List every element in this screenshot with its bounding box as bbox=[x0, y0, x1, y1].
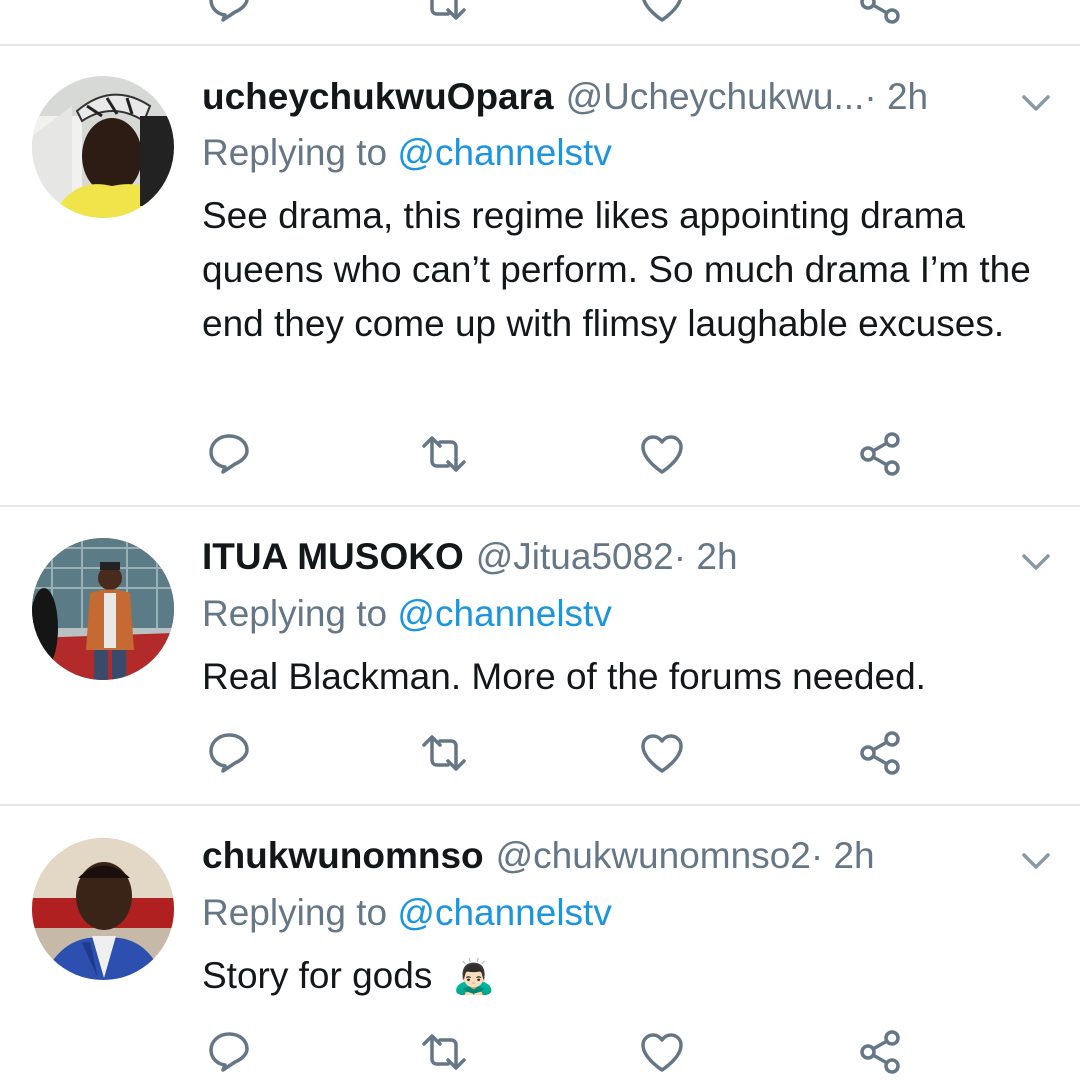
tweet-text-body: Story for gods bbox=[202, 955, 433, 996]
replying-label: Replying to bbox=[202, 892, 388, 933]
handle[interactable]: @Jitua5082 bbox=[476, 532, 674, 582]
tweet-text: Real Blackman. More of the forums needed… bbox=[202, 656, 926, 697]
mention-link[interactable]: @channelstv bbox=[397, 132, 611, 173]
tweet-text: Story for gods 🙇🏻‍♂️ bbox=[202, 949, 1052, 1004]
tweet[interactable]: ucheychukwuOpara @Ucheychukwu... · 2h Re… bbox=[0, 46, 1080, 505]
timestamp[interactable]: · 2h bbox=[674, 532, 738, 582]
mention-link[interactable]: @channelstv bbox=[397, 892, 611, 933]
reply-icon[interactable] bbox=[205, 729, 253, 777]
retweet-icon[interactable] bbox=[420, 729, 468, 777]
display-name[interactable]: ITUA MUSOKO bbox=[202, 532, 464, 582]
timestamp[interactable]: · 2h bbox=[864, 72, 928, 122]
chevron-down-icon[interactable] bbox=[1018, 846, 1054, 876]
retweet-icon[interactable] bbox=[420, 1028, 468, 1076]
share-icon[interactable] bbox=[856, 729, 904, 777]
display-name[interactable]: ucheychukwuOpara bbox=[202, 72, 554, 122]
tweet-actions bbox=[0, 430, 1080, 480]
share-icon[interactable] bbox=[856, 1028, 904, 1076]
tweet-actions bbox=[0, 729, 1080, 779]
avatar[interactable] bbox=[32, 838, 174, 980]
tweet-thread: ucheychukwuOpara @Ucheychukwu... · 2h Re… bbox=[0, 0, 1080, 1080]
tweet[interactable]: chukwunomnso @chukwunomnso2 · 2h Replyin… bbox=[0, 806, 1080, 1080]
tweet-header: ITUA MUSOKO @Jitua5082 · 2h bbox=[202, 532, 1060, 582]
heart-icon[interactable] bbox=[638, 0, 686, 26]
tweet[interactable]: ITUA MUSOKO @Jitua5082 · 2h Replying to … bbox=[0, 507, 1080, 804]
tweet-text: See drama, this regime likes appointing … bbox=[202, 195, 1031, 344]
tweet-header: ucheychukwuOpara @Ucheychukwu... · 2h bbox=[202, 72, 1060, 122]
emoji: 🙇🏻‍♂️ bbox=[452, 958, 495, 996]
display-name[interactable]: chukwunomnso bbox=[202, 831, 484, 881]
reply-icon[interactable] bbox=[205, 0, 253, 26]
chevron-down-icon[interactable] bbox=[1018, 547, 1054, 577]
handle[interactable]: @chukwunomnso2 bbox=[496, 831, 811, 881]
retweet-icon[interactable] bbox=[420, 0, 468, 26]
replying-label: Replying to bbox=[202, 593, 388, 634]
timestamp[interactable]: · 2h bbox=[811, 831, 875, 881]
heart-icon[interactable] bbox=[638, 430, 686, 478]
retweet-icon[interactable] bbox=[420, 430, 468, 478]
share-icon[interactable] bbox=[856, 0, 904, 26]
avatar[interactable] bbox=[32, 76, 174, 218]
tweet-header: chukwunomnso @chukwunomnso2 · 2h bbox=[202, 831, 1060, 881]
handle[interactable]: @Ucheychukwu... bbox=[566, 72, 865, 122]
replying-to: Replying to @channelstv bbox=[202, 589, 612, 639]
heart-icon[interactable] bbox=[638, 729, 686, 777]
avatar[interactable] bbox=[32, 538, 174, 680]
tweet-actions bbox=[0, 1028, 1080, 1078]
replying-to: Replying to @channelstv bbox=[202, 888, 612, 938]
reply-icon[interactable] bbox=[205, 1028, 253, 1076]
chevron-down-icon[interactable] bbox=[1018, 88, 1054, 118]
heart-icon[interactable] bbox=[638, 1028, 686, 1076]
mention-link[interactable]: @channelstv bbox=[397, 593, 611, 634]
reply-icon[interactable] bbox=[205, 430, 253, 478]
share-icon[interactable] bbox=[856, 430, 904, 478]
replying-label: Replying to bbox=[202, 132, 388, 173]
previous-tweet-actions bbox=[0, 0, 1080, 24]
replying-to: Replying to @channelstv bbox=[202, 128, 612, 178]
